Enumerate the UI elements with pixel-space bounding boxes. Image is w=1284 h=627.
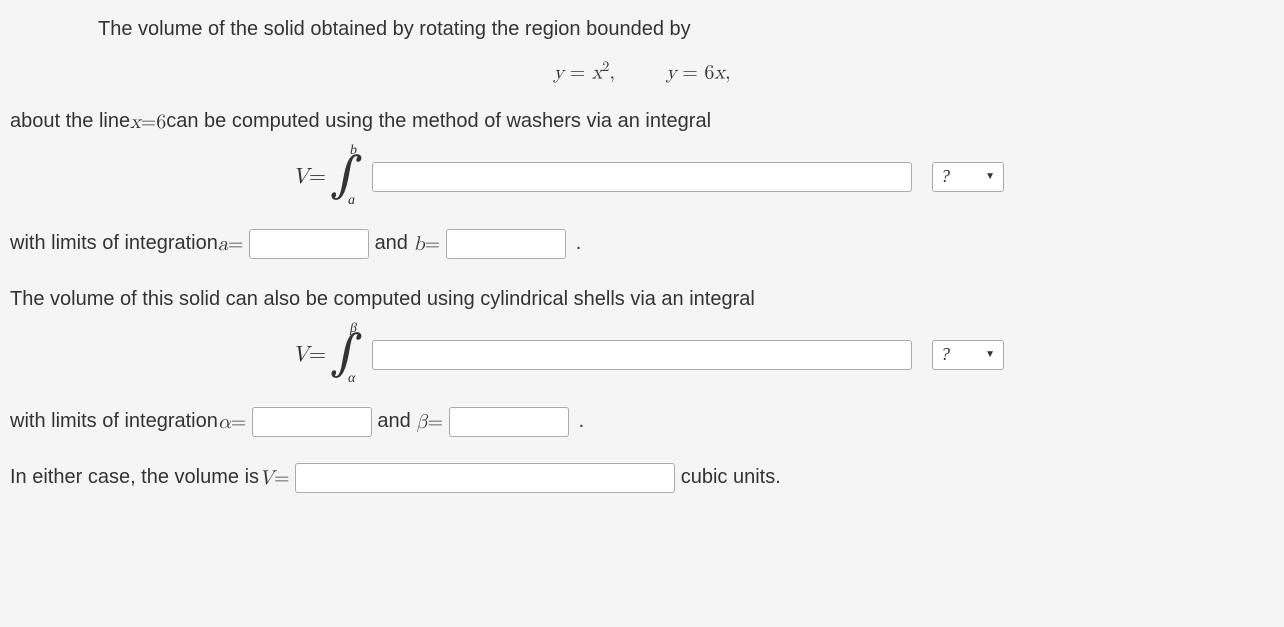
eq2-eq: =	[682, 63, 704, 83]
problem-page: The volume of the solid obtained by rota…	[0, 0, 1284, 515]
shells-V: V	[292, 342, 309, 368]
period-2: .	[579, 410, 585, 433]
limit-a-input[interactable]	[249, 229, 369, 259]
washer-upper: b	[350, 143, 357, 159]
limits2-and: and	[377, 410, 410, 433]
limits1-a: a	[218, 232, 228, 256]
shells-upper: β	[350, 321, 357, 337]
chevron-down-icon: ▼	[985, 349, 995, 360]
about-p2: can be computed using the method of wash…	[166, 110, 711, 133]
shells-intro: The volume of this solid can also be com…	[10, 285, 1274, 315]
integral-icon: ∫ b a	[330, 149, 358, 205]
final-eq: =	[274, 466, 290, 490]
eq1-x: x	[592, 63, 603, 83]
limits2-eq2: =	[428, 410, 444, 434]
bounding-equations: y = x2, y = 6x,	[10, 59, 1274, 85]
shells-hint-dropdown[interactable]: ? ▼	[932, 340, 1004, 370]
shells-integrand-input[interactable]	[372, 340, 912, 370]
washer-lower: a	[348, 193, 355, 209]
limits1-eq2: =	[425, 232, 441, 256]
chevron-down-icon: ▼	[985, 171, 995, 182]
eq2-comma: ,	[725, 63, 731, 83]
limits2-alpha: α	[218, 410, 231, 434]
eq1-y: y	[553, 63, 564, 83]
final-V: V	[259, 466, 274, 490]
limits1-text: with limits of integration	[10, 232, 218, 255]
limits1-and: and	[375, 232, 408, 255]
limits1-eq1: =	[228, 232, 244, 256]
washer-integrand-input[interactable]	[372, 162, 912, 192]
washer-integral-row: V = ∫ b a ? ▼	[10, 149, 1274, 205]
hint-question-icon: ?	[941, 344, 950, 365]
washer-eq: =	[309, 164, 326, 190]
shells-integral-row: V = ∫ β α ? ▼	[10, 327, 1274, 383]
limit-b-input[interactable]	[446, 229, 566, 259]
about-x: x	[130, 110, 141, 134]
eq2-x: x	[714, 63, 725, 83]
final-p1: In either case, the volume is	[10, 466, 259, 489]
eq2-6: 6	[704, 63, 714, 83]
limits-row-2: with limits of integration α = and β = .	[10, 407, 1274, 437]
about-eq: =	[141, 110, 157, 134]
eq1-comma: ,	[609, 63, 615, 83]
washer-hint-dropdown[interactable]: ? ▼	[932, 162, 1004, 192]
hint-question-icon: ?	[941, 166, 950, 187]
eq2-y: y	[666, 63, 677, 83]
about-p1: about the line	[10, 110, 130, 133]
period-1: .	[576, 232, 582, 255]
about-six: 6	[156, 110, 166, 134]
limits2-beta: β	[416, 410, 427, 434]
intro-text: The volume of the solid obtained by rota…	[10, 18, 1274, 41]
limits2-eq1: =	[231, 410, 247, 434]
shells-eq: =	[309, 342, 326, 368]
final-row: In either case, the volume is V = cubic …	[10, 463, 1274, 493]
limit-alpha-input[interactable]	[252, 407, 372, 437]
limits1-b: b	[414, 232, 425, 256]
final-units: cubic units.	[681, 466, 781, 489]
about-line: about the line x = 6 can be computed usi…	[10, 107, 1274, 137]
volume-input[interactable]	[295, 463, 675, 493]
shells-lower: α	[348, 371, 355, 387]
limit-beta-input[interactable]	[449, 407, 569, 437]
integral-icon: ∫ β α	[330, 327, 358, 383]
eq1-eq: =	[570, 63, 592, 83]
limits2-text: with limits of integration	[10, 410, 218, 433]
washer-V: V	[292, 164, 309, 190]
limits-row-1: with limits of integration a = and b = .	[10, 229, 1274, 259]
